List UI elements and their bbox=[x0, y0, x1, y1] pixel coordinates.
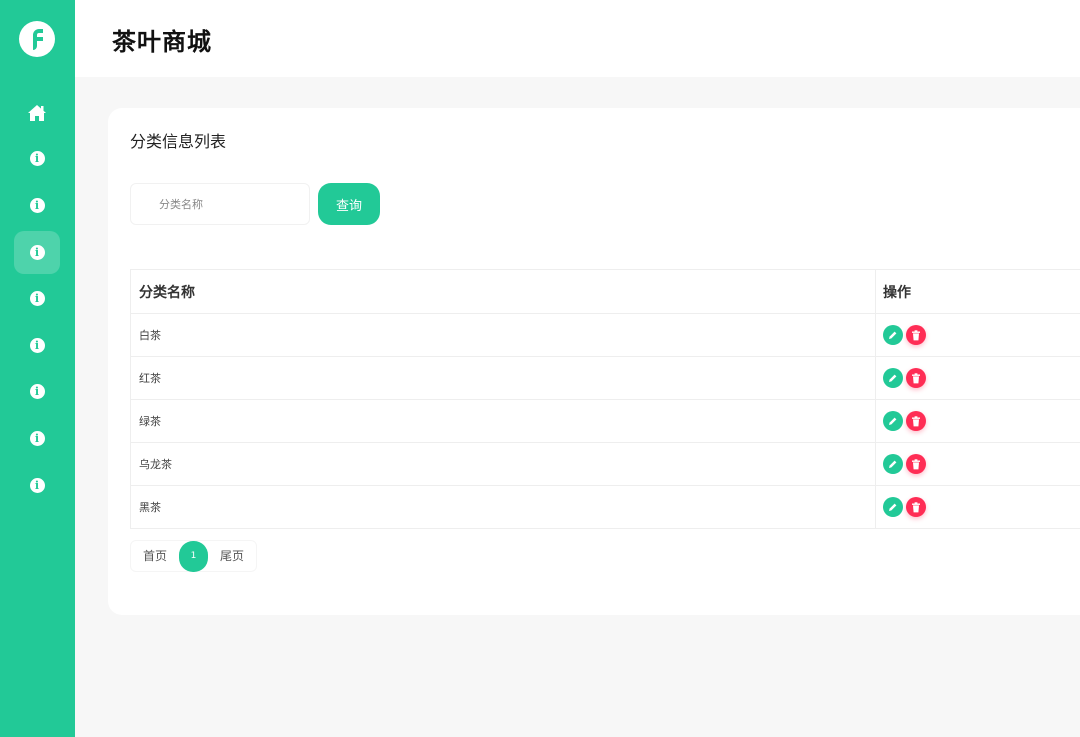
delete-button[interactable] bbox=[906, 368, 926, 388]
trash-icon bbox=[912, 415, 920, 426]
category-table: 分类名称 操作 白茶 红茶 绿茶 乌龙茶 黑茶 bbox=[130, 269, 1080, 529]
pencil-icon bbox=[889, 460, 897, 468]
category-name-cell: 乌龙茶 bbox=[130, 442, 876, 486]
top-header: 茶叶商城 bbox=[75, 0, 1080, 77]
trash-icon bbox=[912, 458, 920, 469]
page-title: 茶叶商城 bbox=[112, 28, 212, 56]
info-icon: i bbox=[29, 431, 45, 446]
category-name-cell: 红茶 bbox=[130, 356, 876, 400]
sidebar-item-4[interactable]: i bbox=[14, 277, 60, 320]
category-list-card: 分类信息列表 查询 分类名称 操作 白茶 红茶 bbox=[108, 108, 1080, 615]
current-page-button[interactable]: 1 bbox=[179, 540, 209, 572]
actions-cell bbox=[875, 313, 1080, 357]
edit-button[interactable] bbox=[883, 497, 903, 517]
table-row: 白茶 bbox=[130, 313, 1080, 357]
actions-cell bbox=[875, 485, 1080, 529]
table-row: 红茶 bbox=[130, 356, 1080, 400]
pencil-icon bbox=[889, 374, 897, 382]
trash-icon bbox=[912, 501, 920, 512]
column-header-category-name: 分类名称 bbox=[130, 269, 876, 314]
edit-button[interactable] bbox=[883, 368, 903, 388]
edit-button[interactable] bbox=[883, 325, 903, 345]
info-icon: i bbox=[29, 338, 45, 353]
delete-button[interactable] bbox=[906, 325, 926, 345]
delete-button[interactable] bbox=[906, 454, 926, 474]
info-icon: i bbox=[29, 198, 45, 213]
card-title: 分类信息列表 bbox=[130, 132, 227, 151]
category-name-cell: 绿茶 bbox=[130, 399, 876, 443]
trash-icon bbox=[912, 329, 920, 340]
table-row: 黑茶 bbox=[130, 485, 1080, 529]
search-button[interactable]: 查询 bbox=[318, 183, 380, 225]
table-header-row: 分类名称 操作 bbox=[130, 269, 1080, 314]
table-row: 乌龙茶 bbox=[130, 442, 1080, 486]
info-icon: i bbox=[29, 151, 45, 166]
delete-button[interactable] bbox=[906, 411, 926, 431]
category-name-search-input[interactable] bbox=[130, 183, 310, 225]
info-icon: i bbox=[29, 384, 45, 399]
pencil-icon bbox=[889, 331, 897, 339]
info-icon: i bbox=[29, 478, 45, 493]
pencil-icon bbox=[889, 417, 897, 425]
first-page-link[interactable]: 首页 bbox=[131, 540, 179, 572]
column-header-actions: 操作 bbox=[875, 269, 1080, 314]
category-name-cell: 白茶 bbox=[130, 313, 876, 357]
edit-button[interactable] bbox=[883, 411, 903, 431]
sidebar-item-7[interactable]: i bbox=[14, 417, 60, 460]
home-icon bbox=[28, 104, 46, 121]
info-icon: i bbox=[29, 245, 45, 260]
sidebar-item-5[interactable]: i bbox=[14, 324, 60, 367]
actions-cell bbox=[875, 442, 1080, 486]
sidebar-item-6[interactable]: i bbox=[14, 370, 60, 413]
actions-cell bbox=[875, 356, 1080, 400]
table-row: 绿茶 bbox=[130, 399, 1080, 443]
sidebar: i i i i i i i i bbox=[0, 0, 75, 737]
actions-cell bbox=[875, 399, 1080, 443]
sidebar-item-home[interactable] bbox=[14, 91, 60, 134]
delete-button[interactable] bbox=[906, 497, 926, 517]
pencil-icon bbox=[889, 503, 897, 511]
sidebar-item-3-active[interactable]: i bbox=[14, 231, 60, 274]
logo-f-icon bbox=[33, 29, 43, 50]
category-name-cell: 黑茶 bbox=[130, 485, 876, 529]
sidebar-item-2[interactable]: i bbox=[14, 184, 60, 227]
info-icon: i bbox=[29, 291, 45, 306]
trash-icon bbox=[912, 372, 920, 383]
app-logo[interactable] bbox=[19, 21, 55, 57]
sidebar-item-1[interactable]: i bbox=[14, 137, 60, 180]
edit-button[interactable] bbox=[883, 454, 903, 474]
pagination: 首页 1 尾页 bbox=[130, 540, 258, 572]
last-page-link[interactable]: 尾页 bbox=[208, 540, 256, 572]
sidebar-item-8[interactable]: i bbox=[14, 464, 60, 507]
